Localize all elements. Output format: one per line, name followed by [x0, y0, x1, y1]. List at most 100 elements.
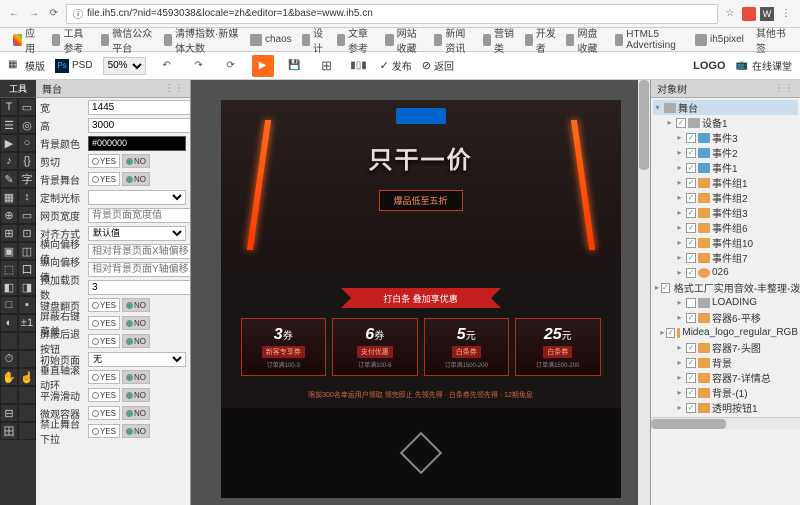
tree-node[interactable]: ▸✓容器7-详情总: [653, 370, 798, 385]
tool-button[interactable]: □: [0, 296, 18, 314]
tool-button[interactable]: [18, 404, 36, 422]
tool-button[interactable]: [18, 386, 36, 404]
tool-button[interactable]: ▣: [0, 242, 18, 260]
no-radio[interactable]: NO: [122, 406, 150, 420]
tree-panel-header[interactable]: 对象树⋮⋮: [651, 80, 800, 98]
prop-select[interactable]: 默认值: [88, 226, 186, 241]
visibility-checkbox[interactable]: ✓: [686, 253, 696, 263]
twisty-icon[interactable]: ▸: [675, 373, 684, 382]
tool-button[interactable]: [0, 386, 18, 404]
prop-select[interactable]: 无: [88, 352, 186, 367]
twisty-icon[interactable]: ▸: [660, 328, 664, 337]
visibility-checkbox[interactable]: ✓: [686, 208, 696, 218]
bookmark-item[interactable]: 工具参考: [47, 23, 96, 57]
no-radio[interactable]: NO: [122, 424, 150, 438]
twisty-icon[interactable]: ▸: [665, 118, 674, 127]
nav-fwd-icon[interactable]: →: [26, 6, 42, 22]
tree-node[interactable]: ▸✓事件2: [653, 145, 798, 160]
tool-button[interactable]: ♪: [0, 152, 18, 170]
twisty-icon[interactable]: ▸: [675, 223, 684, 232]
visibility-checkbox[interactable]: ✓: [686, 343, 696, 353]
tool-button[interactable]: ✎: [0, 170, 18, 188]
tool-button[interactable]: ☰: [0, 116, 18, 134]
apps-bookmark[interactable]: 应用: [8, 23, 45, 57]
visibility-checkbox[interactable]: [686, 298, 696, 308]
more-bookmarks[interactable]: 其他书签: [751, 23, 792, 57]
twisty-icon[interactable]: ▸: [675, 238, 684, 247]
bookmark-item[interactable]: 清博指数·新媒体大数: [159, 23, 245, 57]
tool-button[interactable]: ⬚: [0, 260, 18, 278]
tool-button[interactable]: T: [0, 98, 18, 116]
tree-node[interactable]: ▸✓Midea_logo_regular_RGB: [653, 325, 798, 340]
refresh-button[interactable]: ⟳: [220, 55, 242, 77]
save-button[interactable]: 💾: [284, 55, 306, 77]
tool-button[interactable]: ◨: [18, 278, 36, 296]
zoom-select[interactable]: 50%: [103, 57, 146, 75]
canvas-stage[interactable]: 只干一价 爆品低至五折 打白条 叠加享优惠 3券新客专享券订单满100-36券支…: [221, 100, 621, 498]
tool-button[interactable]: ◐: [0, 314, 18, 332]
tool-button[interactable]: ⊟: [0, 404, 18, 422]
tool-button[interactable]: 田: [0, 422, 18, 440]
twisty-icon[interactable]: ▸: [675, 343, 684, 352]
tool-button[interactable]: {}: [18, 152, 36, 170]
twisty-icon[interactable]: ▸: [675, 163, 684, 172]
tree-node[interactable]: ▸✓事件3: [653, 130, 798, 145]
twisty-icon[interactable]: ▾: [653, 103, 662, 112]
visibility-checkbox[interactable]: ✓: [686, 358, 696, 368]
yes-radio[interactable]: YES: [88, 424, 120, 438]
visibility-checkbox[interactable]: ✓: [686, 268, 696, 278]
visibility-checkbox[interactable]: ✓: [686, 148, 696, 158]
tree-node[interactable]: ▸✓背景-(1): [653, 385, 798, 400]
hscroll-thumb[interactable]: [651, 419, 726, 429]
tool-button[interactable]: ⊞: [0, 224, 18, 242]
tool-button[interactable]: ◫: [18, 242, 36, 260]
visibility-checkbox[interactable]: ✓: [686, 193, 696, 203]
nav-reload-icon[interactable]: ⟳: [46, 6, 62, 22]
tool-button[interactable]: ▪: [18, 296, 36, 314]
prop-input[interactable]: [88, 280, 191, 295]
visibility-checkbox[interactable]: ✓: [686, 238, 696, 248]
twisty-icon[interactable]: ▸: [675, 298, 684, 307]
undo-button[interactable]: ↶: [156, 55, 178, 77]
visibility-checkbox[interactable]: ✓: [686, 313, 696, 323]
visibility-checkbox[interactable]: ✓: [676, 118, 686, 128]
tree-node[interactable]: ▸✓容器6-平移: [653, 310, 798, 325]
redo-button[interactable]: ↷: [188, 55, 210, 77]
visibility-checkbox[interactable]: ✓: [686, 133, 696, 143]
qr-button[interactable]: ⊞: [316, 55, 338, 77]
tree-node[interactable]: ▸✓事件组1: [653, 175, 798, 190]
canvas-scrollbar[interactable]: [638, 80, 650, 505]
tree-node[interactable]: ▸LOADING: [653, 295, 798, 310]
twisty-icon[interactable]: ▸: [655, 283, 659, 292]
visibility-checkbox[interactable]: ✓: [661, 283, 670, 293]
bookmark-item[interactable]: 微信公众平台: [96, 23, 159, 57]
barcode-button[interactable]: ▮▯▮: [348, 55, 370, 77]
tool-button[interactable]: [0, 332, 18, 350]
no-radio[interactable]: NO: [122, 298, 150, 312]
yes-radio[interactable]: YES: [88, 334, 120, 348]
tree-node[interactable]: ▸✓事件组2: [653, 190, 798, 205]
tree-node[interactable]: ▸✓事件1: [653, 160, 798, 175]
play-button[interactable]: ▶: [252, 55, 274, 77]
visibility-checkbox[interactable]: ✓: [686, 178, 696, 188]
twisty-icon[interactable]: ▸: [675, 178, 684, 187]
twisty-icon[interactable]: ▸: [675, 193, 684, 202]
scroll-thumb[interactable]: [639, 80, 649, 170]
no-radio[interactable]: NO: [122, 316, 150, 330]
classroom-button[interactable]: 📺在线课堂: [736, 58, 792, 73]
bookmark-item[interactable]: 文章参考: [332, 23, 381, 57]
prop-input[interactable]: [88, 208, 191, 223]
twisty-icon[interactable]: ▸: [675, 358, 684, 367]
ext2-icon[interactable]: W: [760, 7, 774, 21]
bookmark-item[interactable]: 开发者: [520, 23, 562, 57]
prop-input[interactable]: [88, 118, 191, 133]
tree-node[interactable]: ▸✓事件组3: [653, 205, 798, 220]
visibility-checkbox[interactable]: ✓: [686, 388, 696, 398]
url-bar[interactable]: ⓘ file.ih5.cn/?nid=4593038&locale=zh&edi…: [66, 4, 718, 24]
twisty-icon[interactable]: ▸: [675, 403, 684, 412]
twisty-icon[interactable]: ▸: [675, 133, 684, 142]
tool-button[interactable]: 口: [18, 260, 36, 278]
bookmark-item[interactable]: 网站收藏: [380, 23, 429, 57]
tree-node[interactable]: ▸✓格式工厂实用音效-丰整理-泼脏: [653, 280, 798, 295]
psd-button[interactable]: PsPSD: [55, 59, 93, 73]
